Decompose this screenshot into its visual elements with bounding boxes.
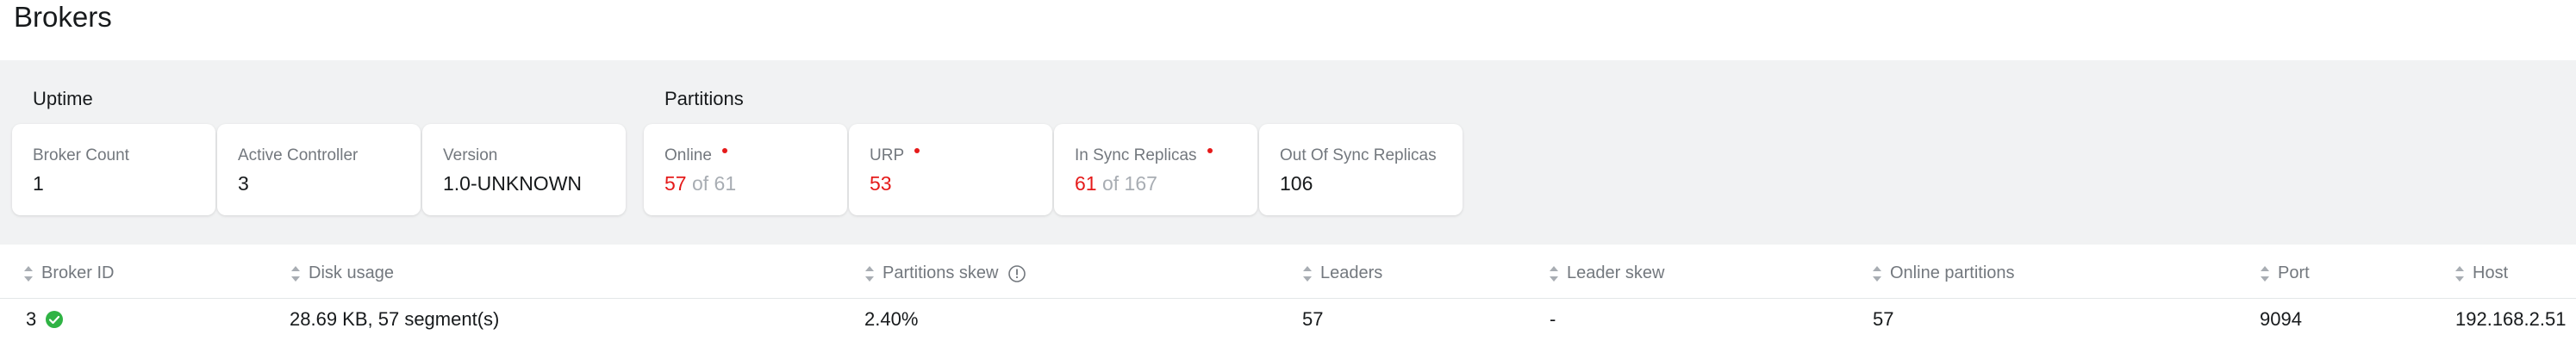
card-label: URP xyxy=(870,146,920,165)
column-header-broker-id[interactable]: Broker ID xyxy=(22,263,114,283)
card-value: 1.0-UNKNOWN xyxy=(443,172,583,195)
column-label: Port xyxy=(2278,263,2310,282)
card-value: 57 of 61 xyxy=(664,172,736,195)
card-label-text: In Sync Replicas xyxy=(1075,146,1197,164)
out-of-sync-replicas-card: Out Of Sync Replicas 106 xyxy=(1259,124,1463,215)
partitions-skew-cell: 2.40% xyxy=(864,308,919,330)
sort-icon xyxy=(24,265,33,282)
column-label: Broker ID xyxy=(41,263,115,282)
card-value: 106 xyxy=(1280,172,1313,195)
alert-dot-icon xyxy=(914,147,920,153)
in-sync-replicas-card: In Sync Replicas 61 of 167 xyxy=(1054,124,1257,215)
in-sync-total: of 167 xyxy=(1101,172,1157,195)
leader-skew-cell: - xyxy=(1550,308,1556,330)
card-value: 61 of 167 xyxy=(1075,172,1157,195)
column-label: Partitions skew xyxy=(883,263,999,282)
card-label: Broker Count xyxy=(33,146,129,164)
column-label: Online partitions xyxy=(1890,263,2015,282)
partitions-title: Partitions xyxy=(664,88,744,109)
card-label: Out Of Sync Replicas xyxy=(1280,146,1437,164)
card-label-text: URP xyxy=(870,146,905,164)
column-header-leader-skew[interactable]: Leader skew xyxy=(1548,263,1664,283)
card-value: 3 xyxy=(238,172,249,195)
column-label: Host xyxy=(2473,263,2509,282)
version-card: Version 1.0-UNKNOWN xyxy=(422,124,626,215)
alert-dot-icon xyxy=(721,147,727,153)
alert-dot-icon xyxy=(1207,147,1213,153)
card-label: Version xyxy=(443,146,498,164)
card-value: 53 xyxy=(870,172,892,195)
card-label: In Sync Replicas xyxy=(1075,146,1213,165)
sort-icon xyxy=(1550,265,1558,282)
card-value: 1 xyxy=(33,172,44,195)
urp-card: URP 53 xyxy=(849,124,1052,215)
column-label: Leaders xyxy=(1320,263,1383,282)
online-total: of 61 xyxy=(691,172,737,195)
card-label: Active Controller xyxy=(238,146,359,164)
broker-count-card: Broker Count 1 xyxy=(12,124,215,215)
online-card: Online 57 of 61 xyxy=(644,124,847,215)
broker-id-cell[interactable]: 3 xyxy=(26,308,64,331)
sort-icon xyxy=(2455,265,2464,282)
host-cell: 192.168.2.51 xyxy=(2455,308,2567,330)
column-header-port[interactable]: Port xyxy=(2259,263,2310,283)
active-controller-card: Active Controller 3 xyxy=(217,124,421,215)
sort-icon xyxy=(865,265,874,282)
sort-icon xyxy=(1873,265,1881,282)
in-sync-count: 61 xyxy=(1075,172,1097,195)
metrics-panel: Uptime Broker Count 1 Active Controller … xyxy=(0,60,2576,245)
column-label: Disk usage xyxy=(309,263,394,282)
sort-icon xyxy=(1303,265,1312,282)
column-header-host[interactable]: Host xyxy=(2454,263,2508,283)
online-count: 57 xyxy=(664,172,687,195)
leaders-cell: 57 xyxy=(1302,308,1324,330)
table-header: Broker ID Disk usage Partitions skew Lea… xyxy=(0,255,2576,299)
sort-icon xyxy=(2261,265,2269,282)
sort-icon xyxy=(291,265,300,282)
column-header-partitions-skew[interactable]: Partitions skew xyxy=(864,263,1026,283)
check-circle-icon xyxy=(46,311,64,328)
online-partitions-cell: 57 xyxy=(1873,308,1894,330)
broker-id-link[interactable]: 3 xyxy=(26,308,36,331)
column-label: Leader skew xyxy=(1567,263,1665,282)
column-header-disk-usage[interactable]: Disk usage xyxy=(290,263,394,283)
card-label: Online xyxy=(664,146,727,165)
card-label-text: Online xyxy=(664,146,712,164)
column-header-leaders[interactable]: Leaders xyxy=(1301,263,1382,283)
uptime-cards: Broker Count 1 Active Controller 3 Versi… xyxy=(12,124,627,276)
page-title: Brokers xyxy=(14,1,112,33)
disk-usage-cell: 28.69 KB, 57 segment(s) xyxy=(290,308,500,330)
info-icon[interactable] xyxy=(1007,264,1026,283)
uptime-title: Uptime xyxy=(33,88,93,109)
column-header-online-partitions[interactable]: Online partitions xyxy=(1871,263,2015,283)
port-cell: 9094 xyxy=(2260,308,2302,330)
partitions-cards: Online 57 of 61 URP 53 In Sync Replicas … xyxy=(644,124,1464,276)
table-row[interactable]: 3 28.69 KB, 57 segment(s) 2.40% 57 - 57 … xyxy=(0,300,2576,343)
